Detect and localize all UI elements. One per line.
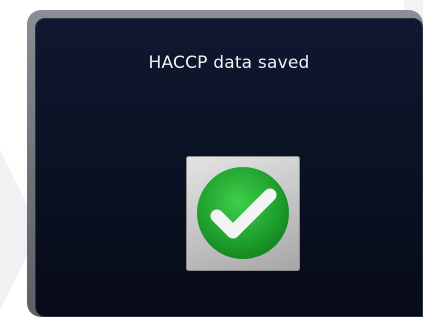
checkmark-success-icon <box>197 167 289 259</box>
dialog-title: HACCP data saved <box>148 53 310 73</box>
notification-dialog: HACCP data saved <box>27 10 423 317</box>
success-icon-tile <box>186 156 300 271</box>
dialog-panel: HACCP data saved <box>35 18 423 317</box>
